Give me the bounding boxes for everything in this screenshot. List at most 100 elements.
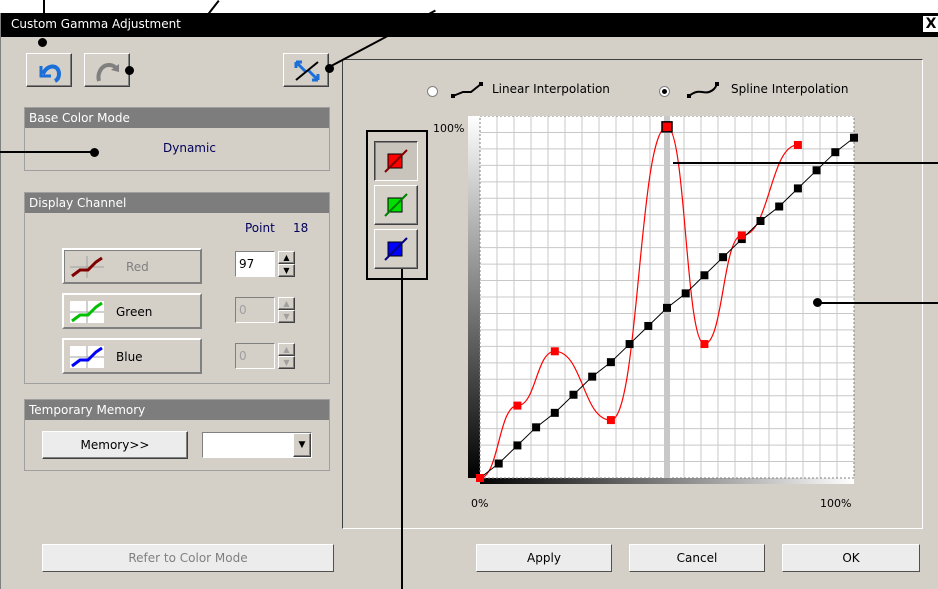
custom-gamma-dialog: Custom Gamma Adjustment X Base Color Mod… — [0, 13, 938, 589]
y-gradient-strip — [468, 116, 480, 478]
spin-down-icon[interactable]: ▼ — [278, 264, 295, 277]
title-bar: Custom Gamma Adjustment X — [1, 13, 938, 37]
linear-interpolation-icon — [451, 82, 483, 98]
close-button[interactable]: X — [923, 16, 938, 32]
curve-point[interactable] — [831, 148, 840, 157]
red-curve-point[interactable] — [793, 140, 802, 149]
red-curve-point[interactable] — [550, 347, 559, 356]
red-curve-point[interactable] — [513, 401, 522, 410]
red-spin-buttons[interactable]: ▲ ▼ — [278, 251, 295, 277]
callout-line-selected-point — [673, 162, 938, 164]
blue-spin-buttons: ▲ ▼ — [278, 343, 295, 369]
point-label: Point — [245, 221, 275, 235]
blue-channel-button[interactable]: Blue — [62, 338, 202, 374]
memory-select[interactable]: ▼ — [202, 432, 312, 458]
gamma-curve-graph[interactable] — [468, 116, 858, 484]
red-curve-point[interactable] — [700, 340, 709, 349]
curve-point[interactable] — [550, 408, 559, 417]
blue-channel-icon — [384, 237, 408, 261]
callout-dot-reset — [325, 64, 334, 73]
red-value-stepper[interactable]: 97 ▲ ▼ — [235, 251, 295, 277]
spline-interpolation-icon — [687, 82, 719, 98]
blue-value-stepper[interactable]: 0 ▲ ▼ — [235, 343, 295, 369]
temporary-memory-group: Temporary Memory Memory>> ▼ — [24, 399, 330, 471]
curve-point[interactable] — [850, 133, 858, 142]
green-channel-button[interactable]: Green — [62, 293, 202, 329]
blue-channel-label: Blue — [116, 350, 143, 364]
spin-down-icon: ▼ — [278, 356, 295, 369]
display-channel-group: Display Channel Point 18 Red 97 ▲ ▼ Green… — [24, 192, 330, 384]
spin-up-icon: ▲ — [278, 343, 295, 356]
undo-button[interactable] — [26, 53, 72, 87]
curve-point[interactable] — [606, 358, 615, 367]
red-value-input[interactable]: 97 — [235, 251, 275, 277]
curve-point[interactable] — [644, 321, 653, 330]
spin-up-icon[interactable]: ▲ — [278, 251, 295, 264]
x-gradient-strip — [480, 478, 854, 484]
base-color-mode-group: Base Color Mode Dynamic — [24, 107, 330, 171]
blue-channel-select-button[interactable] — [374, 229, 418, 269]
x-axis-right-label: 100% — [820, 497, 852, 510]
callout-line-graph — [818, 302, 938, 304]
reset-curve-button[interactable] — [283, 53, 329, 87]
selected-red-point[interactable] — [661, 121, 673, 133]
red-curve-icon — [70, 256, 104, 278]
spline-radio[interactable] — [659, 86, 670, 97]
green-channel-icon — [384, 193, 408, 217]
memory-button[interactable]: Memory>> — [42, 431, 188, 459]
callout-dot-base-mode — [90, 148, 99, 157]
curve-point[interactable] — [793, 184, 802, 193]
x-axis-left-label: 0% — [471, 497, 489, 510]
apply-button[interactable]: Apply — [476, 544, 612, 572]
callout-line-base-mode — [0, 151, 96, 153]
curve-point[interactable] — [569, 390, 578, 399]
curve-point[interactable] — [812, 166, 821, 175]
curve-point[interactable] — [775, 202, 784, 211]
callout-dot-undo — [38, 38, 47, 47]
red-curve-point[interactable] — [606, 416, 615, 425]
red-channel-icon — [384, 149, 408, 173]
callout-line-channel-selector — [401, 269, 403, 589]
curve-point[interactable] — [681, 289, 690, 298]
cancel-button[interactable]: Cancel — [629, 544, 765, 572]
red-curve-point[interactable] — [476, 474, 484, 482]
temporary-memory-header: Temporary Memory — [25, 400, 329, 420]
curve-point[interactable] — [719, 253, 728, 262]
refer-to-color-mode-button: Refer to Color Mode — [42, 544, 334, 572]
spline-interpolation-label[interactable]: Spline Interpolation — [731, 82, 849, 96]
blue-value-input: 0 — [235, 343, 275, 369]
green-spin-buttons: ▲ ▼ — [278, 297, 295, 323]
curve-point[interactable] — [588, 372, 597, 381]
red-channel-button[interactable]: Red — [62, 248, 202, 284]
undo-icon — [39, 64, 62, 83]
curve-point[interactable] — [625, 340, 634, 349]
linear-interpolation-label[interactable]: Linear Interpolation — [492, 82, 610, 96]
spin-up-icon: ▲ — [278, 297, 295, 310]
green-channel-select-button[interactable] — [374, 185, 418, 225]
y-axis-top-label: 100% — [433, 122, 465, 135]
red-channel-select-button[interactable] — [374, 141, 418, 181]
channel-selector — [366, 130, 428, 280]
base-color-mode-header: Base Color Mode — [25, 108, 329, 128]
ok-button[interactable]: OK — [782, 544, 920, 572]
curve-point[interactable] — [756, 216, 765, 225]
window-title: Custom Gamma Adjustment — [11, 17, 181, 31]
reset-curve-icon — [294, 60, 320, 82]
redo-button[interactable] — [84, 53, 130, 87]
selected-point-column — [664, 116, 670, 478]
point-value: 18 — [293, 221, 309, 235]
curve-panel: Linear Interpolation Spline Interpolatio… — [342, 59, 923, 529]
curve-point[interactable] — [663, 303, 671, 312]
curve-point[interactable] — [513, 441, 522, 450]
callout-dot-redo — [125, 66, 134, 75]
curve-point[interactable] — [532, 423, 541, 432]
callout-dot-graph — [813, 298, 822, 307]
chevron-down-icon[interactable]: ▼ — [293, 433, 311, 457]
spin-down-icon: ▼ — [278, 310, 295, 323]
linear-radio[interactable] — [427, 86, 438, 97]
green-value-input: 0 — [235, 297, 275, 323]
curve-point[interactable] — [700, 271, 709, 280]
green-value-stepper[interactable]: 0 ▲ ▼ — [235, 297, 295, 323]
red-curve-point[interactable] — [737, 231, 746, 240]
curve-point[interactable] — [494, 459, 503, 468]
